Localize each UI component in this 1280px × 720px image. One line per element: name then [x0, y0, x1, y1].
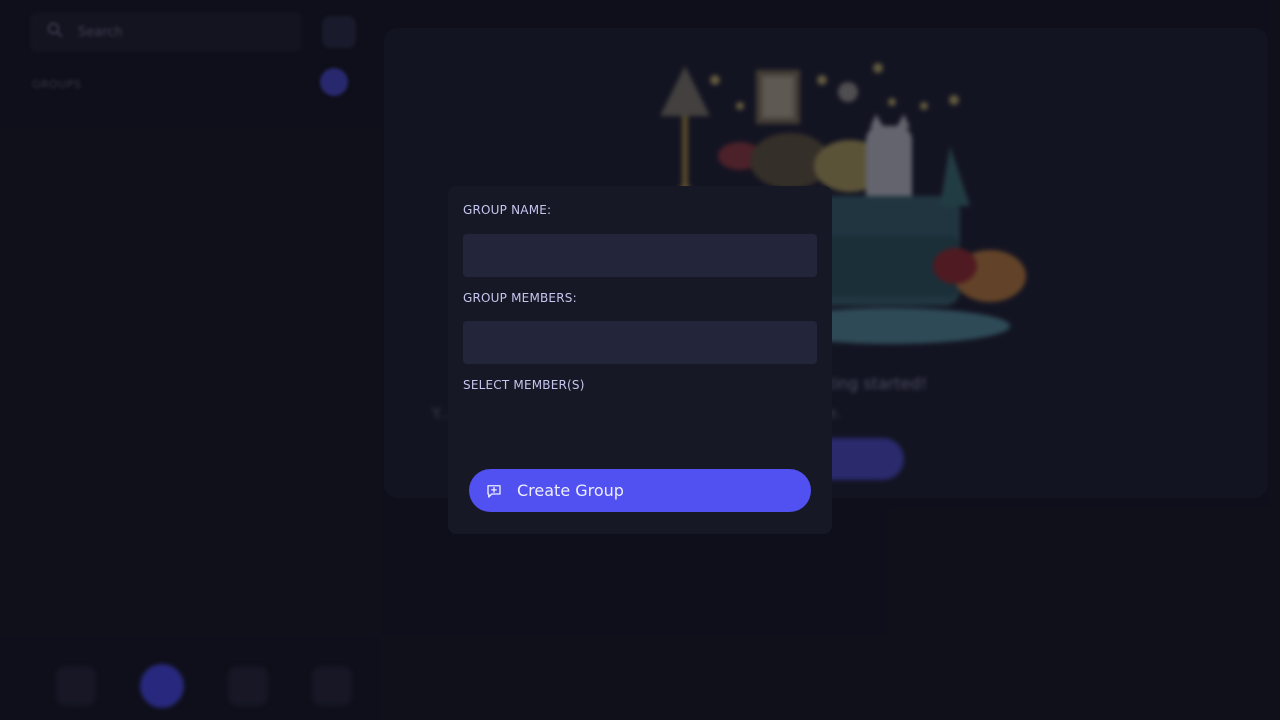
- group-members-label: GROUP MEMBERS:: [463, 291, 577, 305]
- chat-plus-icon: [485, 482, 503, 500]
- app-root: Search GROUPS ...ting started! Y... GROU…: [0, 0, 1280, 720]
- create-group-button[interactable]: Create Group: [469, 469, 811, 512]
- create-group-modal: GROUP NAME: GROUP MEMBERS: SELECT MEMBER…: [448, 186, 832, 534]
- select-members-label: SELECT MEMBER(S): [463, 378, 585, 392]
- group-name-label: GROUP NAME:: [463, 203, 552, 217]
- group-name-input[interactable]: [463, 234, 817, 277]
- group-members-input[interactable]: [463, 321, 817, 364]
- create-group-label: Create Group: [517, 481, 624, 500]
